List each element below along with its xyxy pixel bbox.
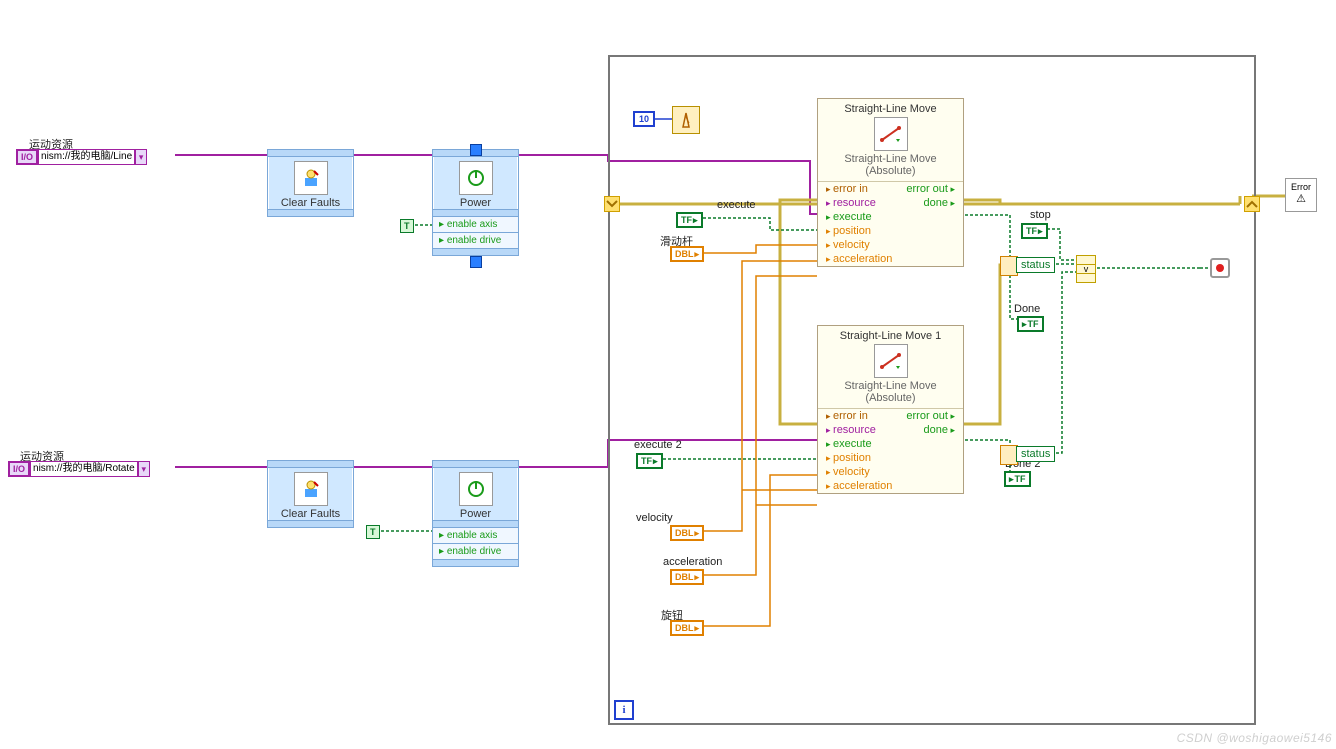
status-field-1[interactable]: status [1016, 257, 1055, 273]
resource2-value: nism://我的电脑/Rotate [30, 461, 138, 477]
slm2-velocity: velocity [826, 466, 870, 478]
done-label: Done [1014, 303, 1040, 315]
knob-terminal[interactable]: DBL [670, 620, 704, 636]
acceleration-label: acceleration [663, 556, 722, 568]
slm2-acceleration: acceleration [826, 480, 892, 492]
slm1-acceleration: acceleration [826, 253, 892, 265]
clear-faults-title-1: Clear Faults [268, 197, 353, 209]
true-const-2[interactable]: T [366, 525, 380, 539]
execute-terminal[interactable]: TF [676, 212, 703, 228]
resource1-dropdown-icon[interactable]: ▾ [135, 149, 147, 165]
execute2-label: execute 2 [634, 439, 682, 451]
velocity-terminal[interactable]: DBL [670, 525, 704, 541]
slm2-position: position [826, 452, 871, 464]
execute2-terminal[interactable]: TF [636, 453, 663, 469]
resource1-terminal[interactable]: I/O nism://我的电脑/Line ▾ [16, 149, 147, 165]
power-1-resize-bot[interactable] [470, 256, 482, 268]
power-enable-drive-2: enable drive [433, 543, 518, 559]
slm2-done: done [923, 424, 955, 436]
slm2-error-out: error out [906, 410, 955, 422]
resource1-value: nism://我的电脑/Line [38, 149, 135, 165]
shift-register-right[interactable] [1244, 196, 1260, 212]
error-tag: Error [1286, 181, 1316, 193]
done-terminal[interactable]: TF [1017, 316, 1044, 332]
done2-terminal[interactable]: TF [1004, 471, 1031, 487]
clear-faults-vi-2[interactable]: Clear Faults [267, 460, 354, 528]
true-const-1[interactable]: T [400, 219, 414, 233]
power-title-2: Power [433, 508, 518, 520]
straight-line-move-2[interactable]: Straight-Line Move 1 Straight-Line Move(… [817, 325, 964, 494]
resource1-io-tag: I/O [16, 149, 38, 165]
slm1-icon [874, 117, 908, 151]
slm1-execute: execute [826, 211, 872, 223]
clear-faults-vi-1[interactable]: Clear Faults [267, 149, 354, 217]
slm1-resource: resource [826, 197, 876, 209]
slm2-execute: execute [826, 438, 872, 450]
straight-line-move-1[interactable]: Straight-Line Move Straight-Line Move(Ab… [817, 98, 964, 267]
stop-terminal[interactable]: TF [1021, 223, 1048, 239]
slm1-done: done [923, 197, 955, 209]
wait-ms-value: 10 [639, 114, 649, 124]
velocity-label: velocity [636, 512, 673, 524]
clear-faults-icon-2 [294, 472, 328, 506]
slm1-error-out: error out [906, 183, 955, 195]
loop-iteration-terminal[interactable]: i [614, 700, 634, 720]
slm1-title: Straight-Line Move [818, 103, 963, 115]
shift-register-left[interactable] [604, 196, 620, 212]
power-1-resize-top[interactable] [470, 144, 482, 156]
stop-label: stop [1030, 209, 1051, 221]
slm1-error-in: error in [826, 183, 868, 195]
acceleration-terminal[interactable]: DBL [670, 569, 704, 585]
slm2-title: Straight-Line Move 1 [818, 330, 963, 342]
clear-faults-title-2: Clear Faults [268, 508, 353, 520]
loop-i-label: i [622, 704, 625, 716]
power-enable-axis-1: enable axis [433, 216, 518, 232]
wait-ms-timer-icon[interactable] [672, 106, 700, 134]
power-icon-2 [459, 472, 493, 506]
power-enable-axis-2: enable axis [433, 527, 518, 543]
slm1-mode: Straight-Line Move(Absolute) [818, 153, 963, 181]
power-title-1: Power [433, 197, 518, 209]
watermark-text: CSDN @woshigaowei5146 [1177, 731, 1332, 745]
slm1-position: position [826, 225, 871, 237]
slm2-icon [874, 344, 908, 378]
power-vi-1[interactable]: Power enable axis enable drive [432, 149, 519, 256]
wait-ms-constant[interactable]: 10 [633, 111, 655, 127]
power-icon-1 [459, 161, 493, 195]
resource2-dropdown-icon[interactable]: ▾ [138, 461, 150, 477]
power-enable-drive-1: enable drive [433, 232, 518, 248]
resource2-io-tag: I/O [8, 461, 30, 477]
error-out-indicator[interactable]: Error ⚠ [1285, 178, 1317, 212]
compound-or-node[interactable]: v [1076, 255, 1096, 283]
execute-label: execute [717, 199, 756, 211]
slm2-mode: Straight-Line Move(Absolute) [818, 380, 963, 408]
clear-faults-icon [294, 161, 328, 195]
resource2-terminal[interactable]: I/O nism://我的电脑/Rotate ▾ [8, 461, 150, 477]
slm2-resource: resource [826, 424, 876, 436]
slm1-velocity: velocity [826, 239, 870, 251]
slm2-error-in: error in [826, 410, 868, 422]
loop-stop-condition[interactable] [1210, 258, 1230, 278]
status-field-2[interactable]: status [1016, 446, 1055, 462]
slider-terminal[interactable]: DBL [670, 246, 704, 262]
power-vi-2[interactable]: Power enable axis enable drive [432, 460, 519, 567]
